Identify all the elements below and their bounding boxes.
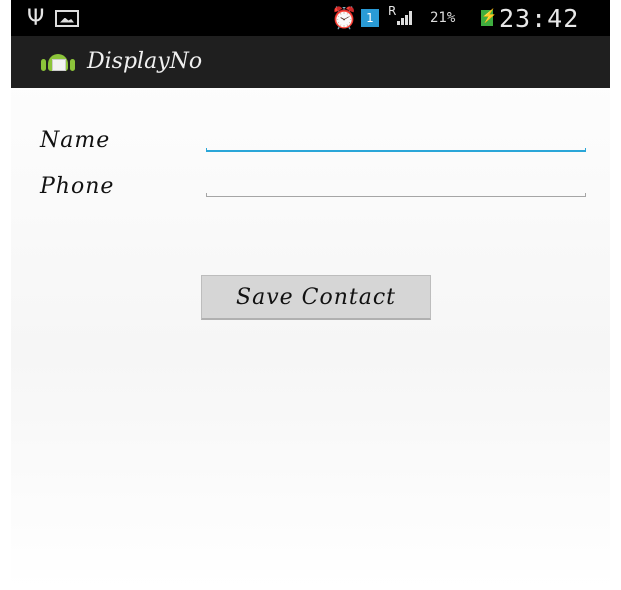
name-input[interactable] (206, 125, 586, 149)
battery-percent: 21% (430, 10, 456, 26)
name-input-underline (206, 148, 586, 152)
status-clock: 23:42 (499, 3, 580, 33)
phone-label: Phone (40, 174, 115, 199)
battery-charging-icon (481, 0, 497, 36)
app-title: DisplayNo (87, 49, 203, 74)
gallery-icon (55, 0, 79, 36)
notification-count: 1 (361, 9, 379, 27)
alarm-icon: ⏰ (331, 5, 358, 30)
signal-icon: R (388, 0, 413, 36)
phone-input-underline (206, 193, 586, 197)
save-contact-button[interactable]: Save Contact (201, 275, 431, 320)
roaming-indicator: R (388, 4, 397, 18)
status-bar: Ψ ⏰ 1 R 21% 23:42 (11, 0, 610, 36)
notification-icon: 1 (361, 0, 379, 36)
usb-icon: Ψ (27, 5, 45, 31)
phone-screen: Ψ ⏰ 1 R 21% 23:42 DisplayNo Name Phone S… (11, 0, 610, 590)
android-app-icon[interactable] (41, 49, 75, 77)
name-label: Name (40, 128, 111, 153)
